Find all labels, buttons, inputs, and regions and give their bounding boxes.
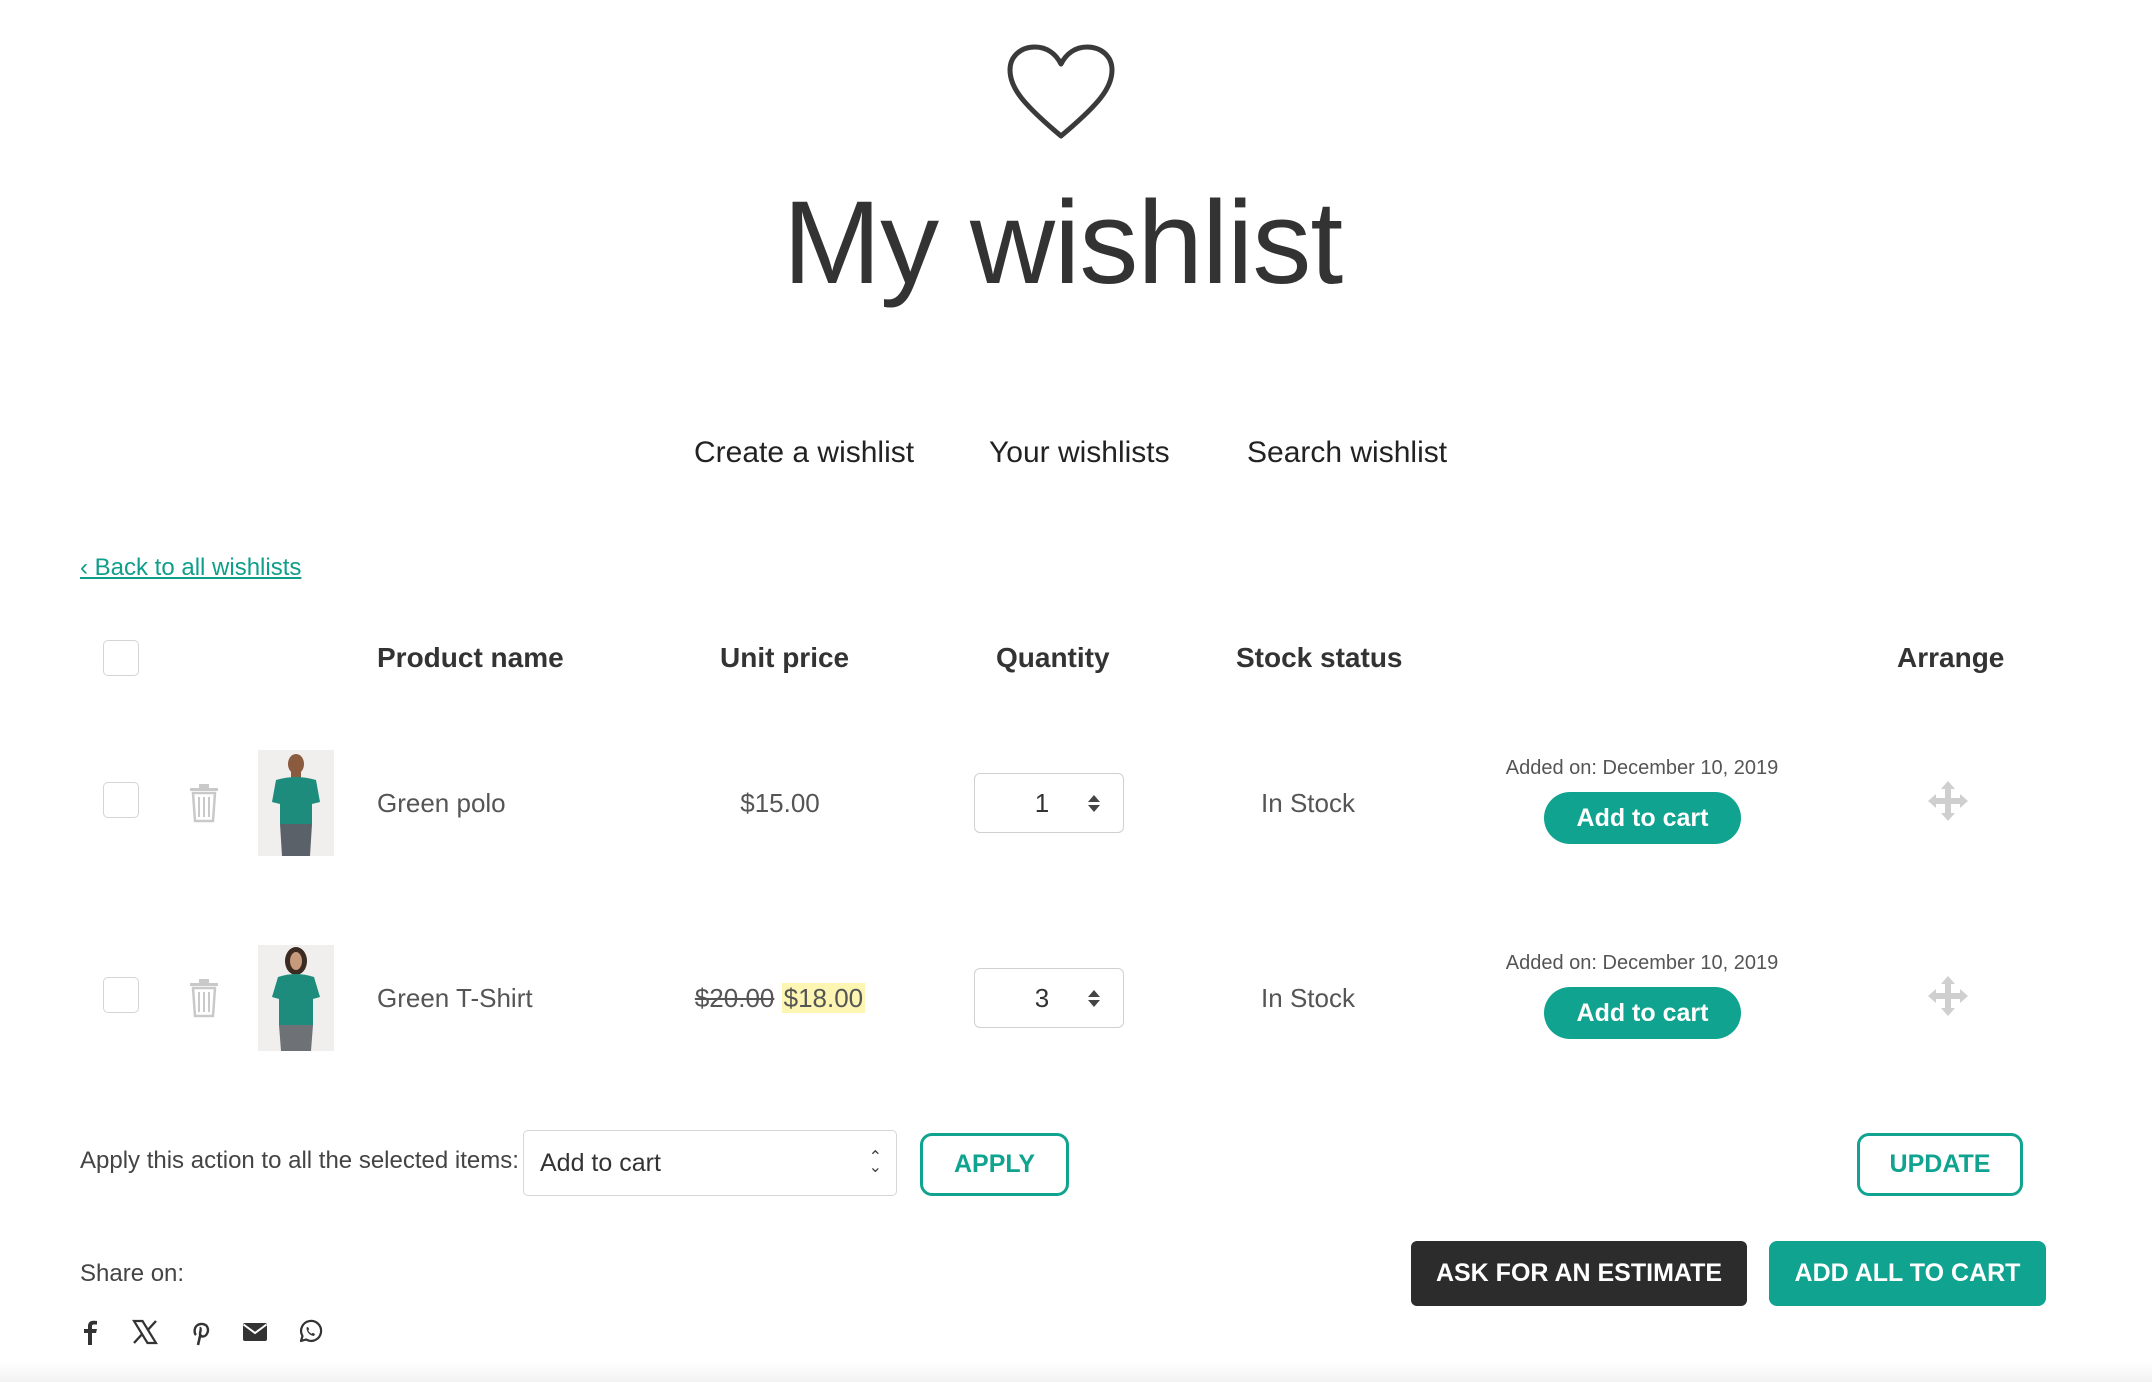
select-arrows-icon: ⌃ ⌄: [868, 1149, 882, 1176]
nav-search-wishlist[interactable]: Search wishlist: [1247, 433, 1447, 473]
share-label: Share on:: [80, 1260, 185, 1287]
nav-your-wishlists[interactable]: Your wishlists: [989, 433, 1170, 473]
stepper-arrows-icon[interactable]: [1079, 989, 1109, 1007]
add-all-to-cart-button[interactable]: ADD ALL TO CART: [1769, 1241, 2046, 1306]
email-icon[interactable]: [240, 1317, 270, 1347]
apply-button[interactable]: APPLY: [920, 1133, 1069, 1196]
heart-icon: [1007, 44, 1115, 139]
bulk-action-select[interactable]: Add to cart ⌃ ⌄: [523, 1130, 897, 1196]
pinterest-icon[interactable]: [185, 1317, 215, 1347]
bulk-action-label: Apply this action to all the selected it…: [80, 1147, 519, 1174]
nav-create-wishlist[interactable]: Create a wishlist: [694, 433, 914, 473]
x-icon[interactable]: [130, 1317, 160, 1347]
unit-price: $15.00: [740, 788, 820, 818]
page-bottom-shade: [0, 1362, 2152, 1382]
trash-icon[interactable]: [188, 783, 220, 823]
add-to-cart-button[interactable]: Add to cart: [1544, 792, 1741, 844]
added-date: Added on: December 10, 2019: [1505, 952, 1779, 974]
header-quantity: Quantity: [996, 642, 1110, 673]
quantity-value[interactable]: 1: [975, 788, 1079, 819]
update-button[interactable]: UPDATE: [1857, 1133, 2023, 1196]
quantity-stepper[interactable]: 1: [974, 773, 1124, 833]
quantity-value[interactable]: 3: [975, 983, 1079, 1014]
product-name[interactable]: Green T-Shirt: [377, 980, 533, 1016]
added-date: Added on: December 10, 2019: [1505, 757, 1779, 779]
row-checkbox[interactable]: [103, 977, 139, 1013]
facebook-icon[interactable]: [75, 1317, 105, 1347]
stock-status: In Stock: [1261, 788, 1355, 818]
header-product-name: Product name: [377, 642, 564, 673]
woman-in-green-tshirt-image: [258, 945, 334, 1051]
add-to-cart-button[interactable]: Add to cart: [1544, 987, 1741, 1039]
page-title: My wishlist: [782, 177, 1343, 309]
header-unit-price: Unit price: [720, 642, 850, 673]
row-checkbox[interactable]: [103, 782, 139, 818]
header-arrange: Arrange: [1897, 642, 2005, 673]
back-to-all-wishlists-link[interactable]: ‹ Back to all wishlists: [80, 553, 301, 583]
quantity-stepper[interactable]: 3: [974, 968, 1124, 1028]
bulk-action-selected: Add to cart: [540, 1148, 661, 1177]
select-all-checkbox[interactable]: [103, 640, 139, 676]
unit-price: $20.00 $18.00: [690, 980, 870, 1016]
whatsapp-icon[interactable]: [295, 1317, 325, 1347]
man-in-green-polo-image: [258, 750, 334, 856]
ask-for-estimate-button[interactable]: ASK FOR AN ESTIMATE: [1411, 1241, 1747, 1306]
stepper-arrows-icon[interactable]: [1079, 794, 1109, 812]
header-stock-status: Stock status: [1236, 642, 1403, 673]
stock-status: In Stock: [1261, 983, 1355, 1013]
trash-icon[interactable]: [188, 978, 220, 1018]
original-price: $20.00: [694, 983, 775, 1013]
move-icon[interactable]: [1928, 781, 1968, 821]
product-name[interactable]: Green polo: [377, 785, 506, 821]
product-image[interactable]: [258, 945, 334, 1051]
move-icon[interactable]: [1928, 976, 1968, 1016]
sale-price: $18.00: [781, 983, 866, 1013]
product-image[interactable]: [258, 750, 334, 856]
